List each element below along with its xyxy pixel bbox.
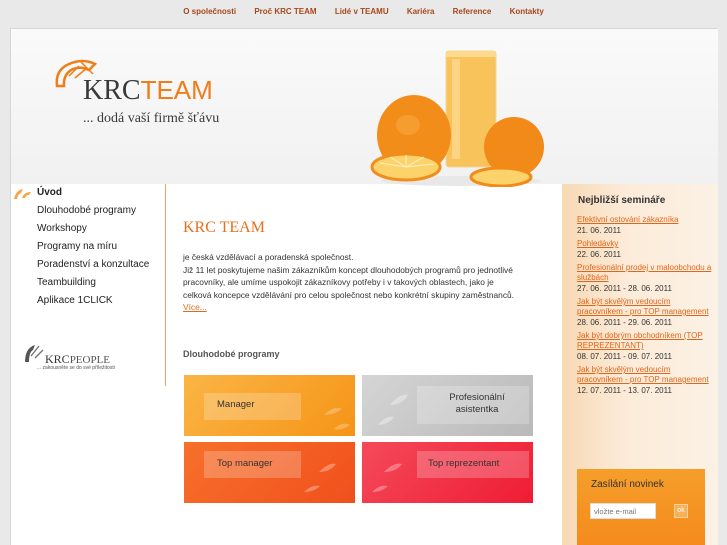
- seminar-link[interactable]: Jak být skvělým vedoucím pracovníkem - p…: [577, 365, 715, 385]
- topnav-career[interactable]: Kariéra: [407, 0, 435, 24]
- intro-text: je česká vzdělávací a poradenská společn…: [183, 251, 553, 314]
- orange-juice-hero-image: [370, 50, 544, 187]
- intro-line: Již 11 let poskytujeme našim zákazníkům …: [183, 264, 513, 275]
- seminar-date: 28. 06. 2011 - 29. 06. 2011: [577, 318, 672, 327]
- program-tile-top-rep[interactable]: Top reprezentant: [362, 442, 533, 503]
- krc-people-mark-icon: [25, 345, 44, 362]
- tile-label: Top manager: [217, 458, 273, 469]
- seminar-date: 12. 07. 2011 - 13. 07. 2011: [577, 386, 672, 395]
- seminar-list: Efektivní ostování zákazníka 21. 06. 201…: [577, 215, 715, 399]
- seminar-link[interactable]: Profesionální prodej v maloobchodu a slu…: [577, 263, 715, 283]
- sidebar-nav: Úvod Dlouhodobé programy Workshopy Progr…: [11, 184, 171, 310]
- seminar-link[interactable]: Jak být dobrým obchodníkem (TOP REPREZEN…: [577, 331, 715, 351]
- krc-people-logo[interactable]: KRCPEOPLE ... zakousněte se do své příle…: [23, 342, 115, 371]
- sidebar-item-label: Programy na míru: [37, 241, 118, 252]
- seminar-link[interactable]: Jak být skvělým vedoucím pracovníkem - p…: [577, 297, 715, 317]
- sidebar-item-label: Poradenství a konzultace: [37, 259, 150, 270]
- seminar-date: 22. 06. 2011: [577, 250, 621, 259]
- tile-label: Manager: [217, 399, 255, 410]
- seminar-date: 08. 07. 2011 - 09. 07. 2011: [577, 352, 672, 361]
- seminar-item: Jak být skvělým vedoucím pracovníkem - p…: [577, 365, 715, 396]
- logo-krc: KRC: [83, 75, 141, 106]
- seminar-item: Jak být dobrým obchodníkem (TOP REPREZEN…: [577, 331, 715, 362]
- petal-decoration-icon: [324, 407, 350, 430]
- seminar-item: Pohledávky 22. 06. 2011: [577, 239, 715, 260]
- tile-label: Top reprezentant: [428, 458, 500, 469]
- sidebar-item-label: Dlouhodobé programy: [37, 205, 136, 216]
- seminars-heading: Nejbližší semináře: [578, 195, 666, 206]
- topnav-references[interactable]: Reference: [453, 0, 492, 24]
- page-title: KRC TEAM: [183, 219, 265, 236]
- krc-people-krc: KRC: [45, 352, 70, 366]
- seminar-item: Jak být skvělým vedoucím pracovníkem - p…: [577, 297, 715, 328]
- right-sidebar: Nejbližší semináře Efektivní ostování zá…: [562, 184, 718, 545]
- sidebar-item-label: Úvod: [37, 187, 62, 198]
- topnav-contacts[interactable]: Kontakty: [510, 0, 544, 24]
- topnav-about[interactable]: O společnosti: [183, 0, 236, 24]
- sidebar-item-label: Teambuilding: [37, 277, 96, 288]
- program-tile-top-manager[interactable]: Top manager: [184, 442, 355, 503]
- orange-peel-icon: [14, 189, 31, 199]
- intro-line: pracovníky, ale umíme uspokojit zákazník…: [183, 277, 494, 287]
- newsletter-email-input[interactable]: [590, 503, 656, 519]
- tile-label: Profesionální asistentka: [449, 392, 505, 415]
- intro-line: celková koncepce vzdělávání pro celou sp…: [183, 289, 515, 300]
- program-tile-assistant[interactable]: Profesionální asistentka: [362, 375, 533, 436]
- intro-line: je česká vzdělávací a poradenská společn…: [183, 252, 354, 262]
- newsletter-box: Zasílání novinek ok: [577, 469, 705, 545]
- topnav-why-krc-team[interactable]: Proč KRC TEAM: [254, 0, 316, 24]
- sidebar-item-workshops[interactable]: Workshopy: [11, 220, 171, 238]
- sidebar-item-uvod[interactable]: Úvod: [11, 184, 171, 202]
- sidebar-item-long-term-programs[interactable]: Dlouhodobé programy: [11, 202, 171, 220]
- sidebar-item-label: Workshopy: [37, 223, 87, 234]
- seminar-date: 21. 06. 2011: [577, 226, 621, 235]
- seminar-item: Efektivní ostování zákazníka 21. 06. 201…: [577, 215, 715, 236]
- logo-team: TEAM: [140, 75, 213, 105]
- seminar-date: 27. 06. 2011 - 28. 06. 2011: [577, 284, 672, 293]
- top-navigation: O společnosti Proč KRC TEAM Lidé v TEAMU…: [0, 0, 727, 26]
- main-content: KRC TEAM je česká vzdělávací a poradensk…: [183, 219, 553, 314]
- sidebar-item-app-1click[interactable]: Aplikace 1CLICK: [11, 292, 171, 310]
- programs-heading: Dlouhodobé programy: [183, 349, 280, 359]
- more-link[interactable]: Více...: [183, 302, 207, 312]
- sidebar-item-label: Aplikace 1CLICK: [37, 295, 113, 306]
- topnav-people[interactable]: Lidé v TEAMU: [335, 0, 389, 24]
- newsletter-submit-button[interactable]: ok: [674, 504, 688, 518]
- sidebar-item-consulting[interactable]: Poradenství a konzultace: [11, 256, 171, 274]
- newsletter-title: Zasílání novinek: [591, 479, 664, 490]
- seminar-link[interactable]: Efektivní ostování zákazníka: [577, 215, 715, 225]
- page-container: KRCTEAM ... dodá vaší firmě šťávu Úvod D…: [10, 28, 718, 545]
- logo-wordmark: KRCTEAM: [83, 75, 213, 107]
- sidebar-item-teambuilding[interactable]: Teambuilding: [11, 274, 171, 292]
- krc-people-subtitle: ... zakousněte se do své příležitosti: [37, 365, 115, 371]
- petal-decoration-icon: [372, 463, 402, 492]
- seminar-link[interactable]: Pohledávky: [577, 239, 715, 249]
- seminar-item: Profesionální prodej v maloobchodu a slu…: [577, 263, 715, 294]
- sidebar-item-custom-programs[interactable]: Programy na míru: [11, 238, 171, 256]
- petal-decoration-icon: [304, 463, 336, 492]
- program-tile-manager[interactable]: Manager: [184, 375, 355, 436]
- sidebar-divider: [165, 184, 166, 386]
- tagline: ... dodá vaší firmě šťávu: [83, 111, 220, 126]
